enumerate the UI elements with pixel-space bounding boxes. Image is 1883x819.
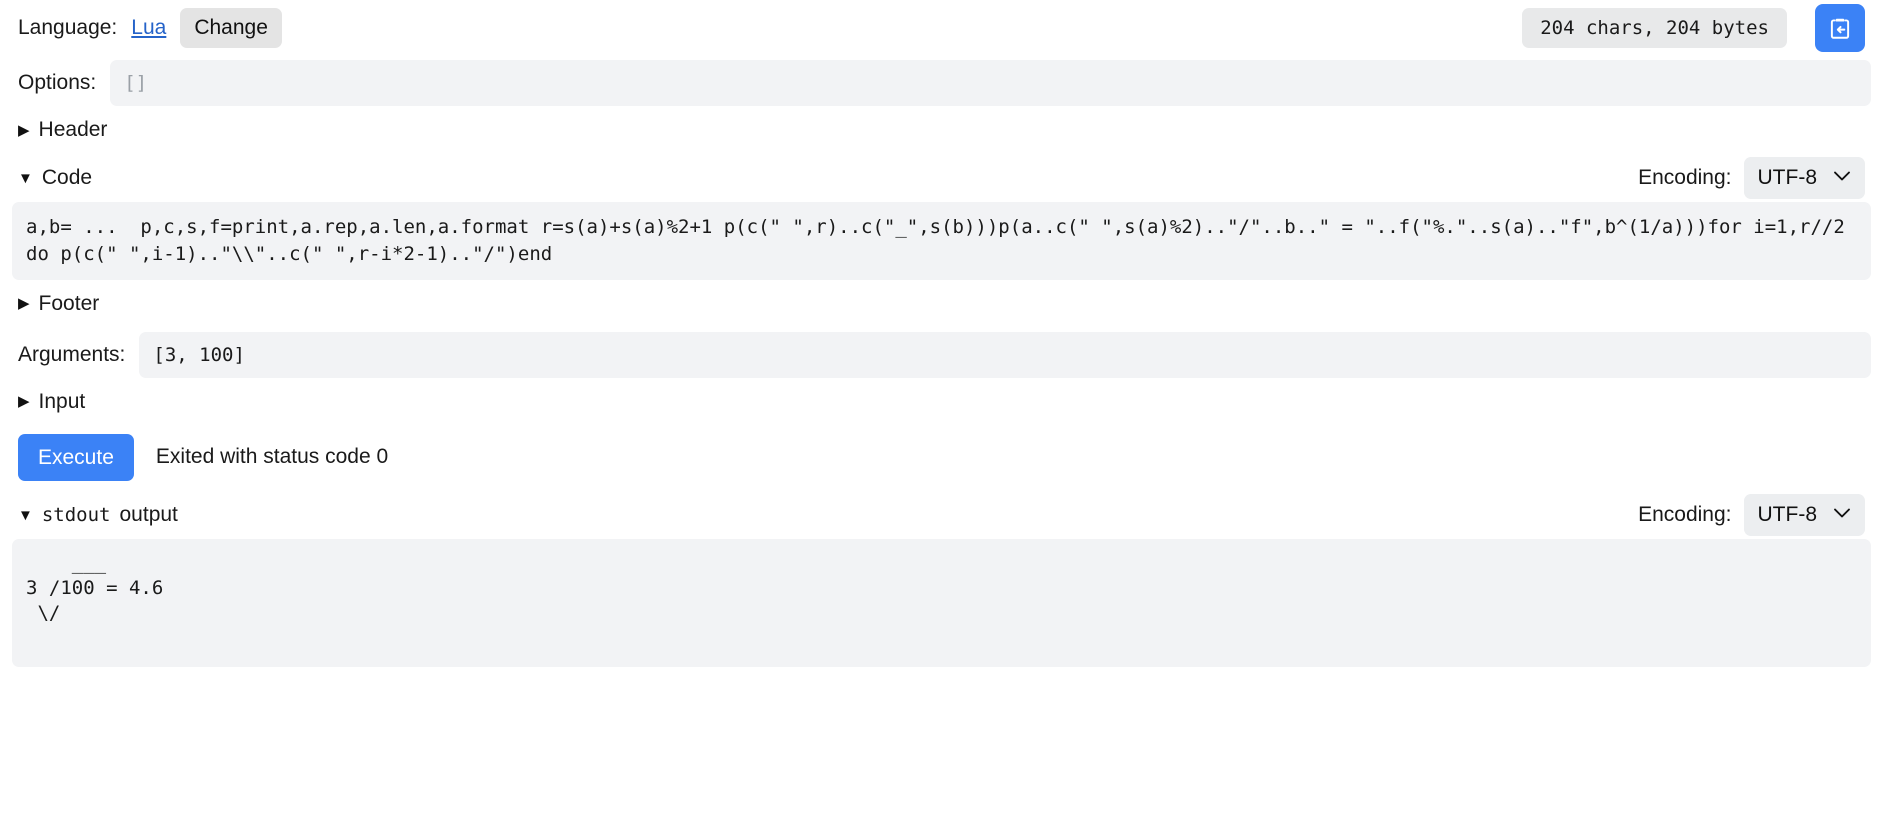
size-badge: 204 chars, 204 bytes: [1522, 8, 1787, 48]
encoding-select-code[interactable]: UTF-8: [1743, 157, 1865, 199]
triangle-down-icon: ▼: [18, 169, 33, 187]
execute-row: Execute Exited with status code 0: [12, 426, 1871, 491]
encoding-label-code: Encoding:: [1638, 166, 1732, 189]
execution-status: Exited with status code 0: [155, 445, 389, 469]
stdout-output-pane: ___ 3 /100 = 4.6 \/: [12, 539, 1871, 668]
stdout-encoding-group: Encoding: UTF-8: [1638, 494, 1865, 537]
encoding-value-stdout: UTF-8: [1757, 503, 1818, 527]
code-section-head: ▼ Code Encoding: UTF-8: [12, 154, 1871, 202]
section-label-stdout-rest: output: [119, 503, 178, 527]
section-label-code: Code: [41, 166, 93, 189]
encoding-select-stdout[interactable]: UTF-8: [1743, 494, 1865, 537]
arguments-row: Arguments: [3, 100]: [12, 331, 1871, 378]
arguments-label: Arguments:: [18, 342, 126, 366]
change-language-button[interactable]: Change: [180, 8, 282, 48]
section-toggle-input[interactable]: ▶ Input: [12, 378, 1871, 426]
triangle-right-icon: ▶: [18, 295, 30, 313]
top-bar: Language: Lua Change 204 chars, 204 byte…: [12, 0, 1871, 56]
arguments-value: [3, 100]: [153, 343, 245, 366]
code-encoding-group: Encoding: UTF-8: [1638, 157, 1865, 199]
chevron-down-icon: [1833, 506, 1851, 524]
stdout-section-head: ▼ stdout output Encoding: UTF-8: [12, 491, 1871, 539]
options-input[interactable]: []: [110, 60, 1871, 106]
encoding-label-stdout: Encoding:: [1638, 503, 1732, 527]
section-toggle-header[interactable]: ▶ Header: [12, 106, 1871, 154]
chevron-down-icon: [1833, 169, 1851, 187]
section-label-input: Input: [38, 389, 86, 413]
section-toggle-code[interactable]: ▼ Code: [12, 154, 98, 202]
triangle-right-icon: ▶: [18, 393, 30, 411]
triangle-down-icon: ▼: [18, 506, 33, 524]
options-label: Options:: [18, 71, 97, 94]
triangle-right-icon: ▶: [18, 121, 30, 139]
options-placeholder: []: [124, 72, 148, 94]
section-label-header: Header: [38, 118, 108, 141]
section-label-stdout-mono: stdout: [41, 504, 111, 527]
section-toggle-stdout[interactable]: ▼ stdout output: [12, 491, 184, 539]
section-toggle-footer[interactable]: ▶ Footer: [12, 280, 1871, 328]
section-label-footer: Footer: [38, 291, 100, 315]
language-label: Language:: [18, 16, 118, 39]
options-row: Options: []: [12, 60, 1871, 106]
clipboard-import-icon: [1827, 15, 1853, 41]
code-runner-page: Language: Lua Change 204 chars, 204 byte…: [0, 0, 1883, 668]
arguments-input[interactable]: [3, 100]: [139, 331, 1871, 378]
encoding-value-code: UTF-8: [1757, 166, 1818, 189]
code-editor[interactable]: a,b= ... p,c,s,f=print,a.rep,a.len,a.for…: [12, 202, 1871, 280]
copy-to-clipboard-button[interactable]: [1815, 4, 1865, 52]
execute-button[interactable]: Execute: [18, 433, 134, 482]
language-link[interactable]: Lua: [131, 16, 166, 40]
